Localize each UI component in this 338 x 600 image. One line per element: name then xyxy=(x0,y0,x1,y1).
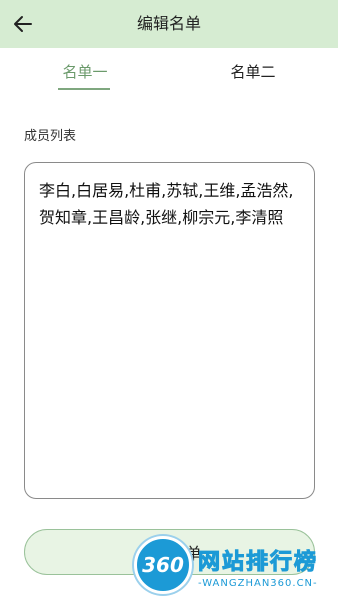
member-list-label: 成员列表 xyxy=(24,129,77,144)
app-bar: 编辑名单 xyxy=(0,0,338,48)
tab-bar: 名单一 名单二 xyxy=(0,56,338,94)
watermark-name: 网站排行榜 xyxy=(197,550,319,576)
watermark-badge: 360 xyxy=(134,536,192,594)
page-title: 编辑名单 xyxy=(136,14,201,33)
watermark-overlay: 360 网站排行榜 -WANGZHAN360.CN- xyxy=(134,536,338,600)
watermark-url: -WANGZHAN360.CN- xyxy=(198,578,318,589)
members-text: 李白,白居易,杜甫,苏轼,王维,孟浩然,贺知章,王昌龄,张继,柳宗元,李清照 xyxy=(39,181,294,227)
active-tab-indicator xyxy=(58,88,110,90)
tab-list-two[interactable]: 名单二 xyxy=(218,56,288,94)
members-textarea[interactable]: 李白,白居易,杜甫,苏轼,王维,孟浩然,贺知章,王昌龄,张继,柳宗元,李清照 xyxy=(24,162,315,499)
